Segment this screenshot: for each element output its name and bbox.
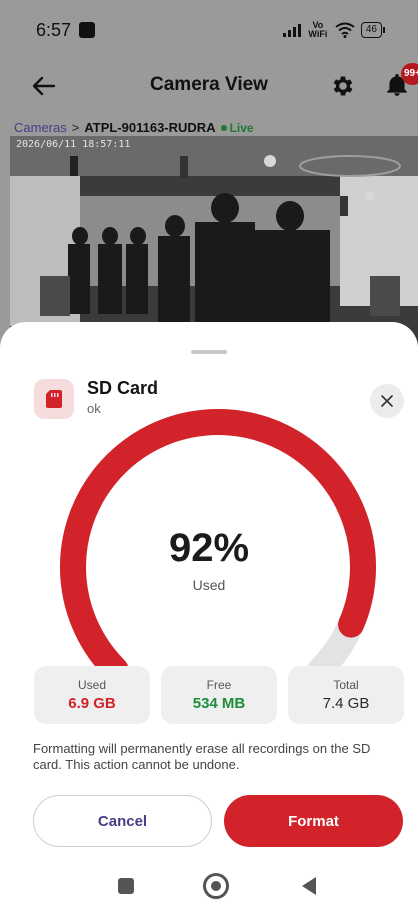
- notifications-button[interactable]: 99+: [384, 63, 418, 102]
- stat-total-label: Total: [333, 678, 359, 692]
- stat-total-value: 7.4 GB: [322, 695, 370, 712]
- cancel-button[interactable]: Cancel: [33, 795, 212, 847]
- status-bar: 6:57 Vo WiFi 46: [0, 0, 418, 60]
- cell-signal-icon: [282, 23, 301, 37]
- status-time: 6:57: [36, 19, 72, 40]
- format-warning-text: Formatting will permanently erase all re…: [33, 741, 371, 772]
- vowifi-label: Vo WiFi: [308, 20, 328, 39]
- wifi-icon: [335, 22, 355, 38]
- back-triangle-icon[interactable]: [302, 877, 316, 895]
- stat-used-label: Used: [77, 678, 106, 692]
- gauge-label: Used: [192, 577, 226, 593]
- camera-scene-image: [10, 136, 418, 346]
- battery-indicator: 46: [360, 22, 386, 38]
- breadcrumb-separator: >: [71, 120, 80, 135]
- stat-total-card: Total 7.4 GB: [288, 666, 404, 724]
- stat-used-value: 6.9 GB: [68, 695, 116, 712]
- camera-feed[interactable]: 2026/06/11 18:57:11: [10, 136, 418, 346]
- breadcrumb-cameras-link[interactable]: Cameras: [14, 120, 67, 135]
- camera-timestamp: 2026/06/11 18:57:11: [16, 139, 131, 150]
- live-dot-icon: [220, 124, 227, 131]
- stat-free-label: Free: [206, 678, 232, 692]
- home-icon[interactable]: [203, 873, 229, 899]
- live-label: Live: [229, 120, 254, 135]
- gear-icon[interactable]: [330, 73, 356, 99]
- format-button[interactable]: Format: [224, 795, 403, 847]
- notification-badge: 99+: [401, 63, 418, 85]
- breadcrumb-current-camera: ATPL-901163-RUDRA: [84, 120, 216, 135]
- app-bar: Camera View 99+: [0, 60, 418, 112]
- recents-icon[interactable]: [118, 878, 134, 894]
- stat-free-card: Free 534 MB: [161, 666, 277, 724]
- status-right: Vo WiFi 46: [282, 20, 386, 39]
- notification-app-icon: [79, 22, 96, 38]
- system-nav-bar: [0, 864, 418, 915]
- status-left: 6:57: [36, 19, 96, 41]
- sd-card-bottom-sheet: SD Card ok 92% Used Used 6.9 GB Free 534…: [0, 322, 418, 915]
- live-indicator: Live: [220, 120, 254, 135]
- used-percentage: 92%: [168, 526, 250, 570]
- stat-used-card: Used 6.9 GB: [34, 666, 150, 724]
- stat-free-value: 534 MB: [192, 695, 246, 712]
- breadcrumb: Cameras > ATPL-901163-RUDRA Live: [14, 120, 254, 135]
